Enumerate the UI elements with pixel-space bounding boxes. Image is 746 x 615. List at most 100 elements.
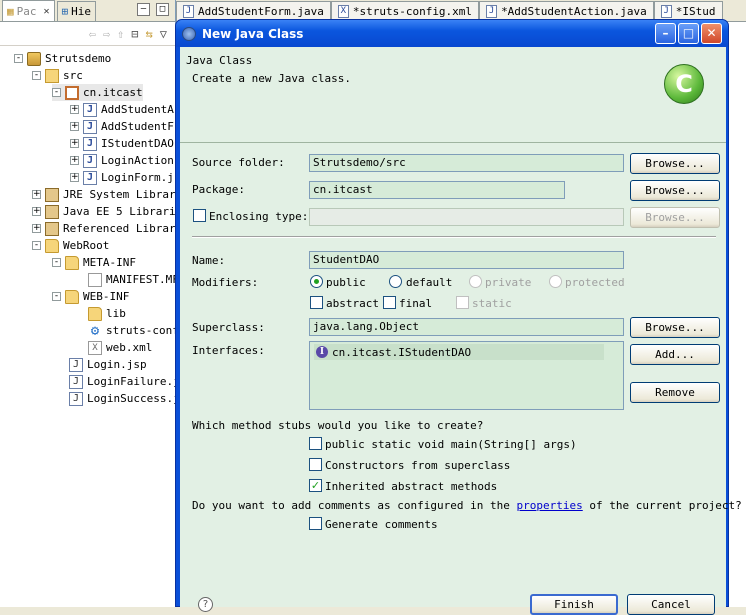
hierarchy-icon: ⊞ bbox=[61, 5, 69, 18]
class-name-field[interactable]: StudentDAO bbox=[309, 251, 624, 269]
browse-superclass-button[interactable]: Browse... bbox=[630, 317, 720, 338]
tree-item-src[interactable]: - src bbox=[32, 67, 83, 84]
list-item[interactable]: I cn.itcast.IStudentDAO bbox=[314, 344, 604, 360]
tree-item-loginsuccess-jsp[interactable]: J LoginSuccess.j bbox=[56, 390, 175, 407]
add-interface-button[interactable]: Add... bbox=[630, 344, 720, 365]
expand-icon[interactable]: + bbox=[70, 173, 79, 182]
java-file-icon: J bbox=[486, 5, 498, 18]
back-icon[interactable]: ⇦ bbox=[89, 27, 96, 41]
tree-item-label: web.xml bbox=[106, 341, 153, 354]
tree-item-addstudentaction[interactable]: + J AddStudentA bbox=[70, 101, 174, 118]
tree-item-webroot[interactable]: - WebRoot bbox=[32, 237, 109, 254]
maximize-view-button[interactable]: □ bbox=[156, 3, 169, 16]
close-button[interactable]: ✕ bbox=[701, 23, 722, 44]
tree-item-javaee-library[interactable]: + Java EE 5 Librari bbox=[32, 203, 175, 220]
browse-source-folder-button[interactable]: Browse... bbox=[630, 153, 720, 174]
tree-item-strutsdemo[interactable]: - Strutsdemo bbox=[14, 50, 111, 67]
expand-icon[interactable]: + bbox=[32, 207, 41, 216]
finish-button[interactable]: Finish bbox=[530, 594, 618, 615]
collapse-icon[interactable]: - bbox=[52, 88, 61, 97]
expand-icon[interactable]: + bbox=[70, 105, 79, 114]
expand-icon[interactable]: + bbox=[70, 156, 79, 165]
tree-item-label: LoginForm.j bbox=[101, 171, 174, 184]
tab-package-explorer[interactable]: ▦ Pac ✕ bbox=[2, 0, 55, 21]
constructors-label: Constructors from superclass bbox=[325, 459, 511, 472]
folder-icon bbox=[45, 238, 59, 253]
minimize-view-button[interactable]: – bbox=[137, 3, 150, 16]
public-radio[interactable] bbox=[310, 275, 323, 288]
browse-package-button[interactable]: Browse... bbox=[630, 180, 720, 201]
tree-item-label: Strutsdemo bbox=[45, 52, 112, 65]
inherited-methods-checkbox[interactable]: ✓ bbox=[309, 479, 322, 492]
collapse-all-icon[interactable]: ⊟ bbox=[131, 27, 138, 41]
help-icon[interactable]: ? bbox=[198, 597, 213, 612]
remove-interface-button[interactable]: Remove bbox=[630, 382, 720, 403]
cancel-button[interactable]: Cancel bbox=[627, 594, 715, 615]
new-java-class-dialog: New Java Class – □ ✕ Java Class Create a… bbox=[175, 19, 742, 615]
tree-item-login-jsp[interactable]: J Login.jsp bbox=[56, 356, 147, 373]
collapse-icon[interactable]: - bbox=[32, 71, 41, 80]
maximize-button[interactable]: □ bbox=[678, 23, 699, 44]
link-editor-icon[interactable]: ⇆ bbox=[146, 27, 153, 41]
collapse-icon[interactable]: - bbox=[52, 292, 61, 301]
tree-item-jre-library[interactable]: + JRE System Librar bbox=[32, 186, 175, 203]
tree-item-struts-config[interactable]: ⚙ struts-conf bbox=[75, 322, 175, 339]
expand-icon[interactable]: + bbox=[32, 224, 41, 233]
package-field[interactable]: cn.itcast bbox=[309, 181, 565, 199]
expand-icon[interactable]: + bbox=[70, 122, 79, 131]
expand-icon[interactable]: + bbox=[70, 139, 79, 148]
tab-hierarchy[interactable]: ⊞ Hie bbox=[56, 1, 97, 21]
tree-item-label: WebRoot bbox=[63, 239, 110, 252]
tree-item-lib[interactable]: lib bbox=[75, 305, 126, 322]
tree-item-manifest[interactable]: MANIFEST.MF bbox=[75, 271, 175, 288]
protected-radio[interactable] bbox=[549, 275, 562, 288]
tab-label: Hie bbox=[71, 5, 92, 18]
editor-tab-label: *AddStudentAction.java bbox=[501, 5, 647, 18]
folder-icon bbox=[88, 306, 102, 321]
final-checkbox[interactable] bbox=[383, 296, 396, 309]
expand-icon[interactable]: + bbox=[32, 190, 41, 199]
forward-icon[interactable]: ⇨ bbox=[103, 27, 110, 41]
abstract-checkbox[interactable] bbox=[310, 296, 323, 309]
editor-tab-struts-config[interactable]: X *struts-config.xml bbox=[330, 1, 480, 21]
editor-tab-istudentdao[interactable]: J *IStud bbox=[653, 1, 723, 21]
main-method-label: public static void main(String[] args) bbox=[325, 438, 577, 451]
tree-item-web-inf[interactable]: - WEB-INF bbox=[52, 288, 129, 305]
tree-item-istudentdao[interactable]: + J IStudentDAO bbox=[70, 135, 174, 152]
tree-item-label: AddStudentF bbox=[101, 120, 174, 133]
tree-item-meta-inf[interactable]: - META-INF bbox=[52, 254, 136, 271]
browse-enclosing-type-button[interactable]: Browse... bbox=[630, 207, 720, 228]
tree-item-loginfailure-jsp[interactable]: J LoginFailure.j bbox=[56, 373, 175, 390]
interfaces-list[interactable]: I cn.itcast.IStudentDAO bbox=[309, 341, 624, 410]
superclass-field[interactable]: java.lang.Object bbox=[309, 318, 624, 336]
dialog-titlebar[interactable]: New Java Class – □ ✕ bbox=[176, 20, 728, 47]
constructors-checkbox[interactable] bbox=[309, 458, 322, 471]
enclosing-type-checkbox[interactable] bbox=[193, 209, 206, 222]
editor-tab-addstudentaction[interactable]: J *AddStudentAction.java bbox=[479, 1, 654, 21]
static-checkbox[interactable] bbox=[456, 296, 469, 309]
close-icon[interactable]: ✕ bbox=[44, 6, 50, 17]
default-radio[interactable] bbox=[389, 275, 402, 288]
enclosing-type-field[interactable] bbox=[309, 208, 624, 226]
minimize-button[interactable]: – bbox=[655, 23, 676, 44]
tree-item-referenced-libraries[interactable]: + Referenced Librar bbox=[32, 220, 175, 237]
private-radio[interactable] bbox=[469, 275, 482, 288]
source-folder-field[interactable]: Strutsdemo/src bbox=[309, 154, 624, 172]
generate-comments-checkbox[interactable] bbox=[309, 517, 322, 530]
up-icon[interactable]: ⇧ bbox=[117, 27, 124, 41]
properties-link[interactable]: properties bbox=[517, 499, 583, 512]
editor-tab-addstudentform[interactable]: J AddStudentForm.java bbox=[176, 1, 331, 21]
collapse-icon[interactable]: - bbox=[52, 258, 61, 267]
main-method-checkbox[interactable] bbox=[309, 437, 322, 450]
tree-item-loginform[interactable]: + J LoginForm.j bbox=[70, 169, 174, 186]
tree-item-cn-itcast[interactable]: - cn.itcast bbox=[52, 84, 143, 101]
collapse-icon[interactable]: - bbox=[14, 54, 23, 63]
collapse-icon[interactable]: - bbox=[32, 241, 41, 250]
tree-item-web-xml[interactable]: X web.xml bbox=[75, 339, 152, 356]
comments-question-text: Do you want to add comments as configure… bbox=[192, 499, 510, 512]
tree-item-loginaction[interactable]: + J LoginAction bbox=[70, 152, 174, 169]
tree-item-addstudentform[interactable]: + J AddStudentF bbox=[70, 118, 174, 135]
view-menu-icon[interactable]: ▽ bbox=[160, 27, 167, 41]
